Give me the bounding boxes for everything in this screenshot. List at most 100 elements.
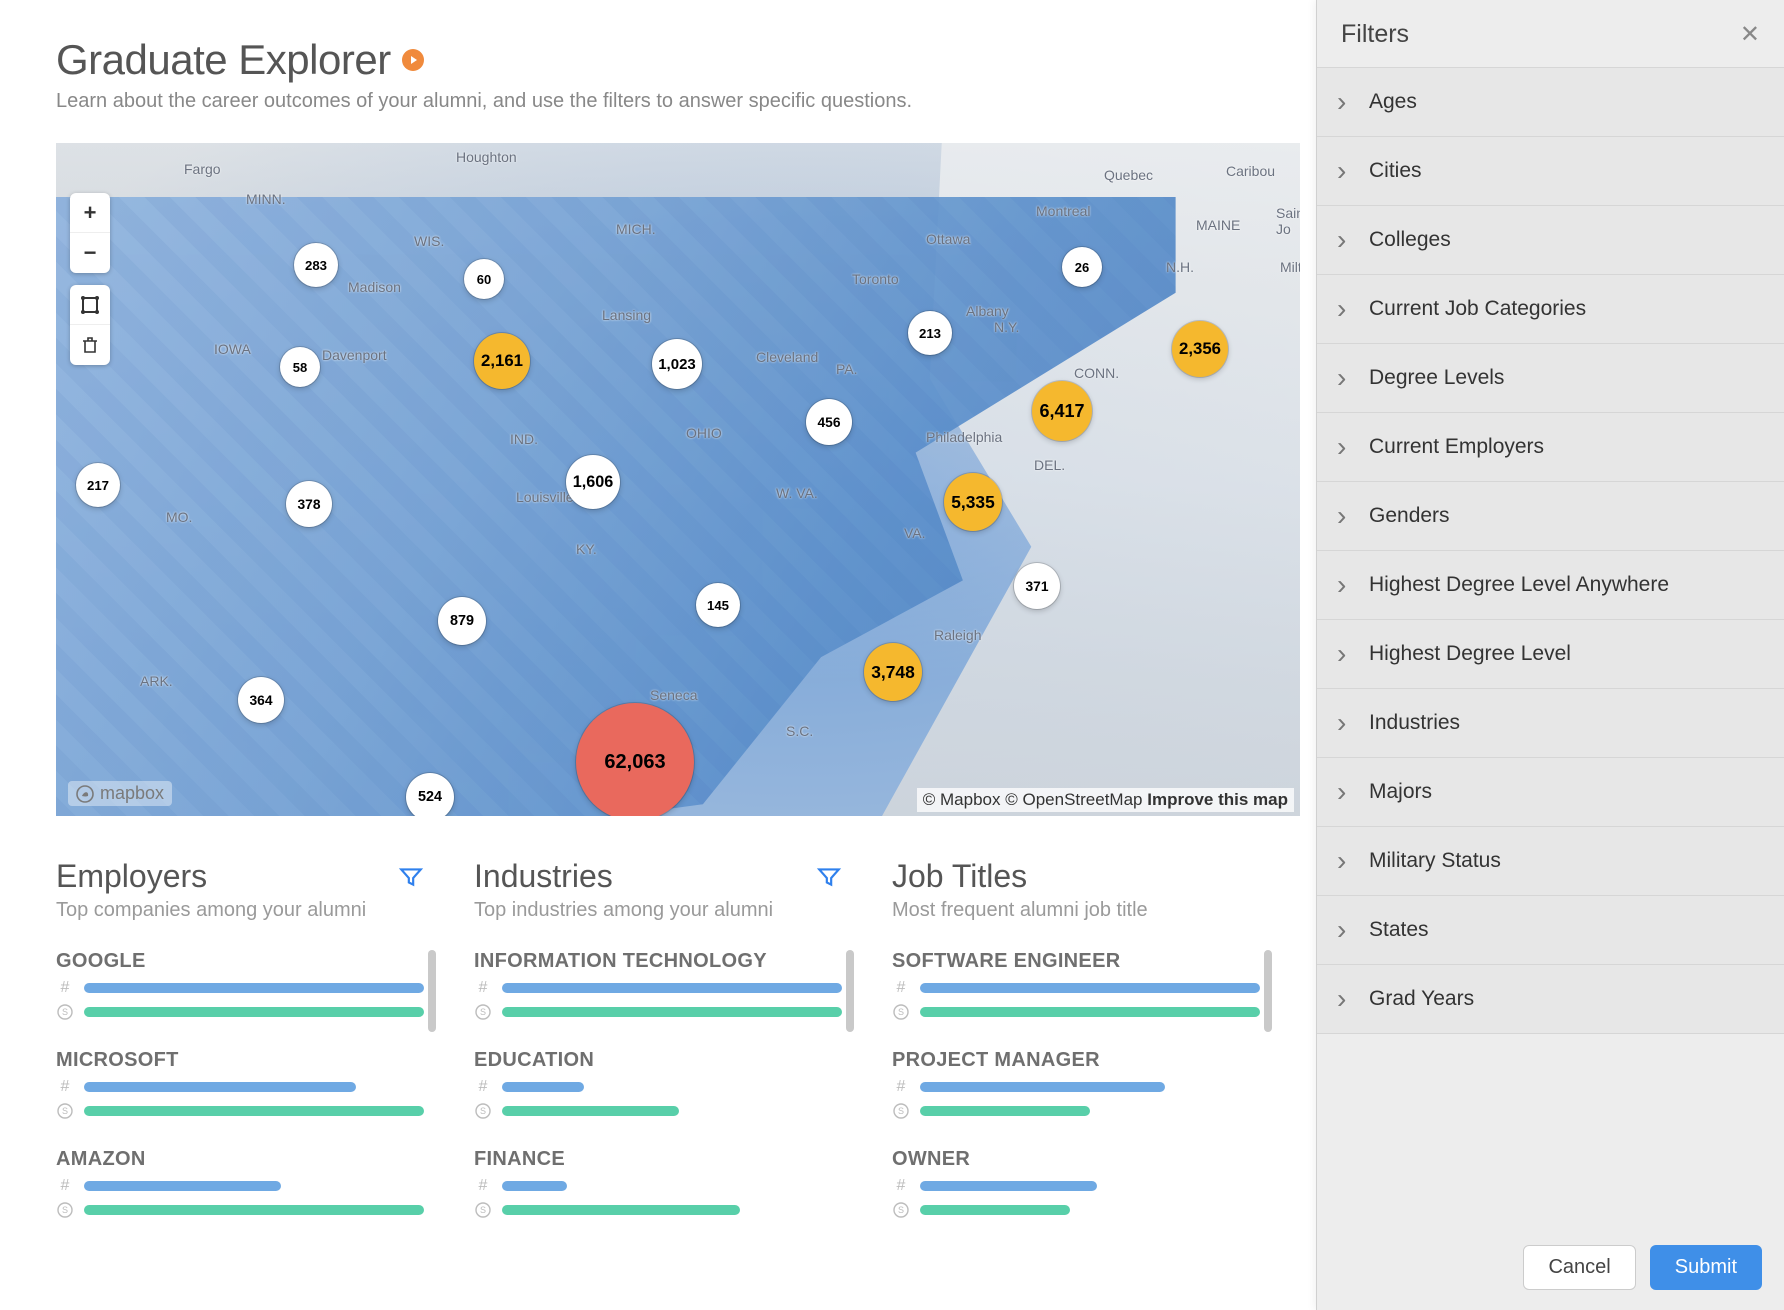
cancel-button[interactable]: Cancel xyxy=(1523,1245,1635,1290)
close-icon[interactable]: ✕ xyxy=(1740,20,1760,49)
alumni-map[interactable]: FargoHoughtonMINN.QuebecCaribouWIS.MICH.… xyxy=(56,143,1300,816)
column-industries: Industries Top industries among your alum… xyxy=(474,858,842,1247)
filter-label: Majors xyxy=(1369,780,1432,804)
list-item[interactable]: SOFTWARE ENGINEER#S xyxy=(892,950,1260,1021)
filter-label: Military Status xyxy=(1369,849,1501,873)
map-cluster-bubble[interactable]: 879 xyxy=(438,597,486,645)
svg-text:S: S xyxy=(898,1205,904,1215)
filter-row-current-employers[interactable]: ›Current Employers xyxy=(1317,413,1784,482)
filter-row-military-status[interactable]: ›Military Status xyxy=(1317,827,1784,896)
map-cluster-bubble[interactable]: 2,356 xyxy=(1172,321,1228,377)
filter-label: Colleges xyxy=(1369,228,1451,252)
salary-icon: S xyxy=(892,1201,910,1219)
filter-label: Grad Years xyxy=(1369,987,1474,1011)
filter-row-colleges[interactable]: › Colleges xyxy=(1317,206,1784,275)
list-item[interactable]: INFORMATION TECHNOLOGY#S xyxy=(474,950,842,1021)
scrollbar[interactable] xyxy=(428,950,436,1032)
map-cluster-bubble[interactable]: 6,417 xyxy=(1032,381,1092,441)
count-icon: # xyxy=(474,1078,492,1096)
filter-icon[interactable] xyxy=(816,864,842,890)
item-name: AMAZON xyxy=(56,1148,424,1171)
column-subtitle: Top industries among your alumni xyxy=(474,899,842,922)
list-item[interactable]: EDUCATION#S xyxy=(474,1049,842,1120)
filter-row-states[interactable]: › States xyxy=(1317,896,1784,965)
map-cluster-bubble[interactable]: 364 xyxy=(238,677,284,723)
scrollbar[interactable] xyxy=(1264,950,1272,1032)
count-icon: # xyxy=(56,1078,74,1096)
column-title: Industries xyxy=(474,858,613,895)
map-cluster-bubble[interactable]: 1,023 xyxy=(652,339,702,389)
item-name: MICROSOFT xyxy=(56,1049,424,1072)
map-cluster-bubble[interactable]: 213 xyxy=(908,311,952,355)
map-cluster-bubble[interactable]: 26 xyxy=(1062,247,1102,287)
item-name: PROJECT MANAGER xyxy=(892,1049,1260,1072)
map-cluster-bubble[interactable]: 5,335 xyxy=(944,473,1002,531)
map-cluster-bubble[interactable]: 456 xyxy=(806,399,852,445)
item-name: FINANCE xyxy=(474,1148,842,1171)
play-tutorial-icon[interactable] xyxy=(401,48,425,72)
filter-label: Highest Degree Level Anywhere xyxy=(1369,573,1669,597)
column-title: Job Titles xyxy=(892,858,1027,895)
filter-row-cities[interactable]: ›Cities xyxy=(1317,137,1784,206)
count-icon: # xyxy=(56,979,74,997)
salary-icon: S xyxy=(892,1102,910,1120)
filter-row-highest-degree-level-anywhere[interactable]: ›Highest Degree Level Anywhere xyxy=(1317,551,1784,620)
list-item[interactable]: PROJECT MANAGER # S xyxy=(892,1049,1260,1120)
map-cluster-bubble[interactable]: 1,606 xyxy=(566,455,620,509)
filter-row-genders[interactable]: ›Genders xyxy=(1317,482,1784,551)
submit-button[interactable]: Submit xyxy=(1650,1245,1762,1290)
chevron-right-icon: › xyxy=(1337,921,1353,939)
salary-icon: S xyxy=(892,1003,910,1021)
map-cluster-bubble[interactable]: 371 xyxy=(1014,563,1060,609)
map-cluster-bubble[interactable]: 524 xyxy=(406,773,454,816)
list-item[interactable]: OWNER#S xyxy=(892,1148,1260,1219)
chevron-right-icon: › xyxy=(1337,507,1353,525)
column-job-titles: Job TitlesMost frequent alumni job title… xyxy=(892,858,1260,1247)
chevron-right-icon: › xyxy=(1337,990,1353,1008)
filter-row-current-job-categories[interactable]: ›Current Job Categories xyxy=(1317,275,1784,344)
box-select-button[interactable] xyxy=(70,285,110,325)
chevron-right-icon: › xyxy=(1337,438,1353,456)
page-subtitle: Learn about the career outcomes of your … xyxy=(56,90,1260,113)
salary-icon: S xyxy=(474,1102,492,1120)
map-cluster-bubble[interactable]: 378 xyxy=(286,481,332,527)
chevron-right-icon: › xyxy=(1337,231,1353,249)
chevron-right-icon: › xyxy=(1337,645,1353,663)
filter-label: States xyxy=(1369,918,1429,942)
count-icon: # xyxy=(892,1078,910,1096)
filter-row-highest-degree-level[interactable]: ›Highest Degree Level xyxy=(1317,620,1784,689)
filter-row-majors[interactable]: ›Majors xyxy=(1317,758,1784,827)
map-cluster-bubble[interactable]: 58 xyxy=(280,347,320,387)
filter-icon[interactable] xyxy=(398,864,424,890)
map-cluster-bubble[interactable]: 145 xyxy=(696,583,740,627)
salary-icon: S xyxy=(56,1003,74,1021)
list-item[interactable]: FINANCE#S xyxy=(474,1148,842,1219)
map-cluster-bubble[interactable]: 60 xyxy=(464,259,504,299)
list-item[interactable]: MICROSOFT # S xyxy=(56,1049,424,1120)
item-name: SOFTWARE ENGINEER xyxy=(892,950,1260,973)
clear-selection-button[interactable] xyxy=(70,325,110,365)
list-item[interactable]: AMAZON#S xyxy=(56,1148,424,1219)
filter-row-degree-levels[interactable]: ›Degree Levels xyxy=(1317,344,1784,413)
salary-icon: S xyxy=(56,1102,74,1120)
filter-row-ages[interactable]: ›Ages xyxy=(1317,68,1784,137)
filter-row-grad-years[interactable]: › Grad Years xyxy=(1317,965,1784,1034)
svg-text:S: S xyxy=(898,1007,904,1017)
scrollbar[interactable] xyxy=(846,950,854,1032)
salary-icon: S xyxy=(474,1201,492,1219)
map-cluster-bubble[interactable]: 283 xyxy=(294,243,338,287)
map-cluster-bubble[interactable]: 2,161 xyxy=(474,333,530,389)
column-subtitle: Top companies among your alumni xyxy=(56,899,424,922)
filters-panel: Filters ✕ ›Ages›Cities›Colleges›Current … xyxy=(1316,0,1784,1310)
count-icon: # xyxy=(892,1177,910,1195)
improve-map-link[interactable]: Improve this map xyxy=(1147,790,1288,809)
svg-text:S: S xyxy=(62,1106,68,1116)
map-cluster-bubble[interactable]: 62,063 xyxy=(576,703,694,816)
map-cluster-bubble[interactable]: 217 xyxy=(76,463,120,507)
zoom-out-button[interactable]: − xyxy=(70,233,110,273)
salary-icon: S xyxy=(474,1003,492,1021)
map-cluster-bubble[interactable]: 3,748 xyxy=(864,643,922,701)
zoom-in-button[interactable]: + xyxy=(70,193,110,233)
filter-row-industries[interactable]: ›Industries xyxy=(1317,689,1784,758)
list-item[interactable]: GOOGLE#S xyxy=(56,950,424,1021)
